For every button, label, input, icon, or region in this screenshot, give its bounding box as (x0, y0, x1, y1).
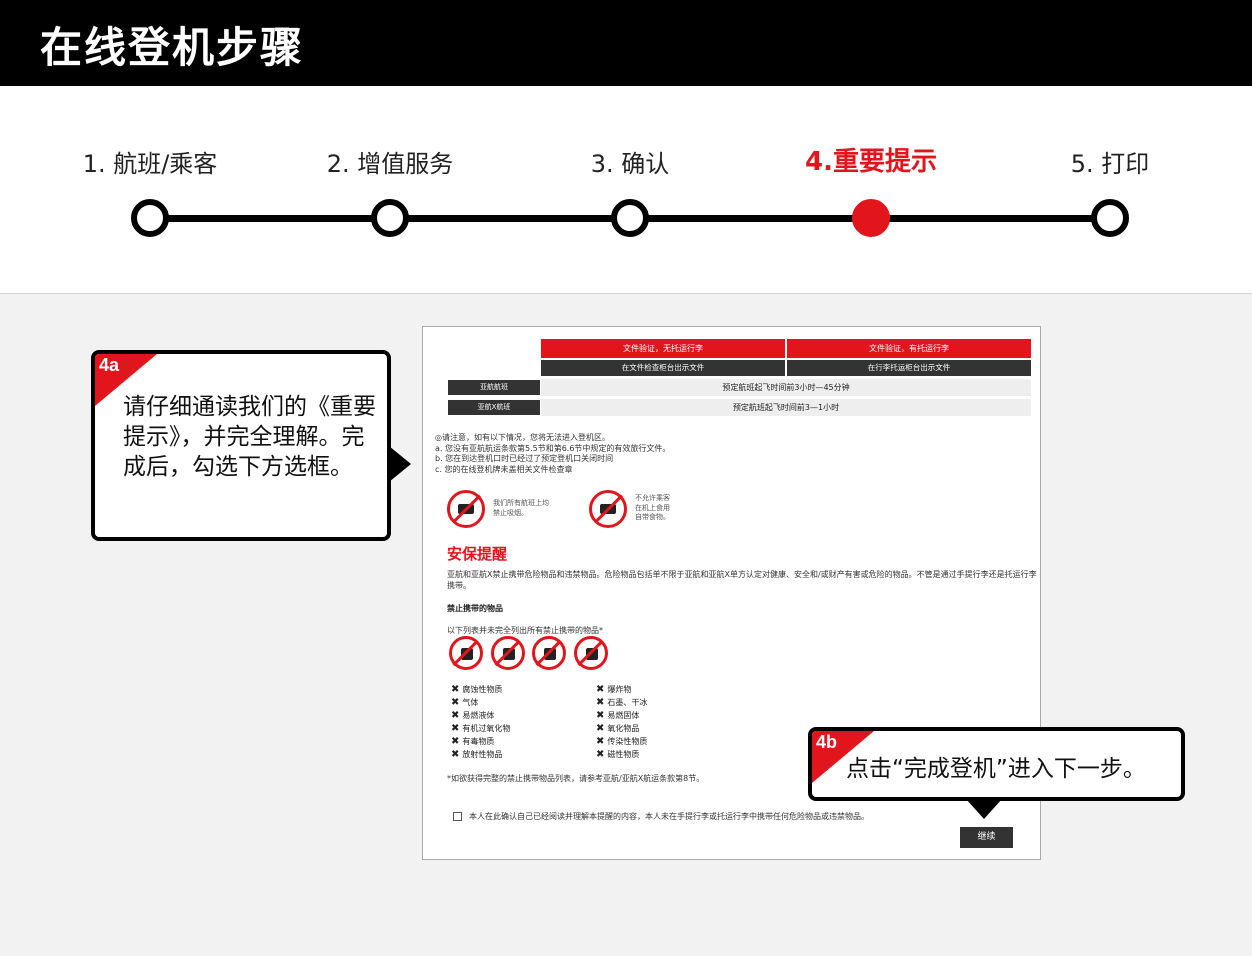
weapon-hazard-icon (574, 636, 608, 670)
prohibited-title: 禁止携带的物品 (447, 604, 503, 613)
col-subheader-with-baggage: 在行李托运柜台出示文件 (787, 360, 1031, 376)
list-item: ✖ 磁性物质 (596, 749, 640, 760)
callout-4a-pointer (389, 446, 411, 482)
step-4-dot (852, 199, 890, 237)
step-3-dot (611, 199, 649, 237)
step-5-dot (1091, 199, 1129, 237)
list-item: ✖ 易燃固体 (596, 710, 640, 721)
step-2-label: 2. 增值服务 (326, 150, 454, 178)
magnetic-hazard-icon (532, 636, 566, 670)
entry-note-item: a. 您没有亚航航运条款第5.5节和第6.6节中规定的有效旅行文件。 (435, 443, 671, 453)
no-smoking-text: 我们所有航班上均 禁止吸烟。 (493, 499, 549, 517)
no-outside-food-text: 不允许乘客 在机上食用 自带食物。 (635, 494, 670, 521)
radioactive-hazard-icon (491, 636, 525, 670)
entry-note-intro: ◎请注意，如有以下情况，您将无法进入登机区。 (435, 433, 610, 442)
entry-note-item: b. 您在到达登机口时已经过了预定登机口关闭时间 (435, 454, 614, 463)
list-item: ✖ 易燃液体 (451, 710, 495, 721)
list-item: ✖ 爆炸物 (596, 684, 632, 695)
callout-tag-label: 4a (99, 355, 120, 375)
callout-4b-text: 点击“完成登机”进入下一步。 (846, 756, 1146, 782)
security-title: 安保提醒 (447, 545, 508, 563)
list-item: ✖ 氧化物品 (596, 723, 640, 734)
step-1-dot (131, 199, 169, 237)
continue-button[interactable]: 继续 (960, 827, 1013, 848)
col-header-with-baggage: 文件验证，有托运行李 (787, 339, 1031, 358)
callout-4a: 4a 请仔细通读我们的《重要提示》，并完全理解。完成后，勾选下方选框。 (91, 350, 391, 541)
list-item: ✖ 有机过氧化物 (451, 723, 511, 734)
list-item: ✖ 气体 (451, 697, 479, 708)
entry-note-item: c. 您的在线登机牌未盖相关文件检查章 (435, 464, 573, 474)
confirm-checkbox[interactable] (453, 812, 462, 821)
row-value-airasiax: 预定航班起飞时间前3—1小时 (541, 399, 1031, 416)
footnote: *如欲获得完整的禁止携带物品列表，请参考亚航/亚航X航运条款第8节。 (447, 774, 705, 783)
step-progress: 1. 航班/乘客 2. 增值服务 3. 确认 4.重要提示 5. 打印 (0, 86, 1252, 294)
page-title: 在线登机步骤 (40, 23, 305, 72)
row-value-airasia: 预定航班起飞时间前3小时—45分钟 (541, 379, 1031, 396)
list-item: ✖ 传染性物质 (596, 736, 648, 747)
step-2-dot (371, 199, 409, 237)
step-5-label: 5. 打印 (1070, 150, 1150, 178)
callout-4a-text: 请仔细通读我们的《重要提示》，并完全理解。完成后，勾选下方选框。 (123, 394, 376, 480)
callout-4b-pointer (966, 799, 1002, 819)
col-subheader-no-baggage: 在文件检查柜台出示文件 (541, 360, 785, 376)
callout-tag-label: 4b (816, 732, 838, 752)
security-body: 亚航和亚航X禁止携带危险物品和违禁物品。危险物品包括单不限于亚航和亚航X单方认定… (447, 570, 1037, 590)
step-4-label: 4.重要提示 (805, 147, 937, 177)
col-header-no-baggage: 文件验证，无托运行李 (541, 339, 785, 358)
step-1-label: 1. 航班/乘客 (82, 150, 218, 178)
list-item: ✖ 放射性物品 (451, 749, 503, 760)
corrosive-hazard-icon (449, 636, 483, 670)
row-label-airasiax: 亚航X航班 (448, 400, 540, 415)
list-item: ✖ 有毒物质 (451, 736, 495, 747)
list-note: 以下列表并未完全列出所有禁止携带的物品* (447, 626, 603, 635)
no-smoking-icon (447, 490, 485, 528)
row-label-airasia: 亚航航班 (448, 380, 540, 395)
confirm-label: 本人在此确认自己已经阅读并理解本提醒的内容，本人未在手提行李或托运行李中携带任何… (469, 812, 869, 821)
callout-4b: 4b 点击“完成登机”进入下一步。 (808, 727, 1185, 801)
list-item: ✖ 石墨、干冰 (596, 697, 648, 708)
header-bar: 在线登机步骤 (0, 0, 1252, 86)
step-3-label: 3. 确认 (590, 150, 670, 178)
list-item: ✖ 腐蚀性物质 (451, 684, 503, 695)
entry-note: ◎请注意，如有以下情况，您将无法进入登机区。 a. 您没有亚航航运条款第5.5节… (435, 433, 670, 475)
no-outside-food-icon (589, 490, 627, 528)
